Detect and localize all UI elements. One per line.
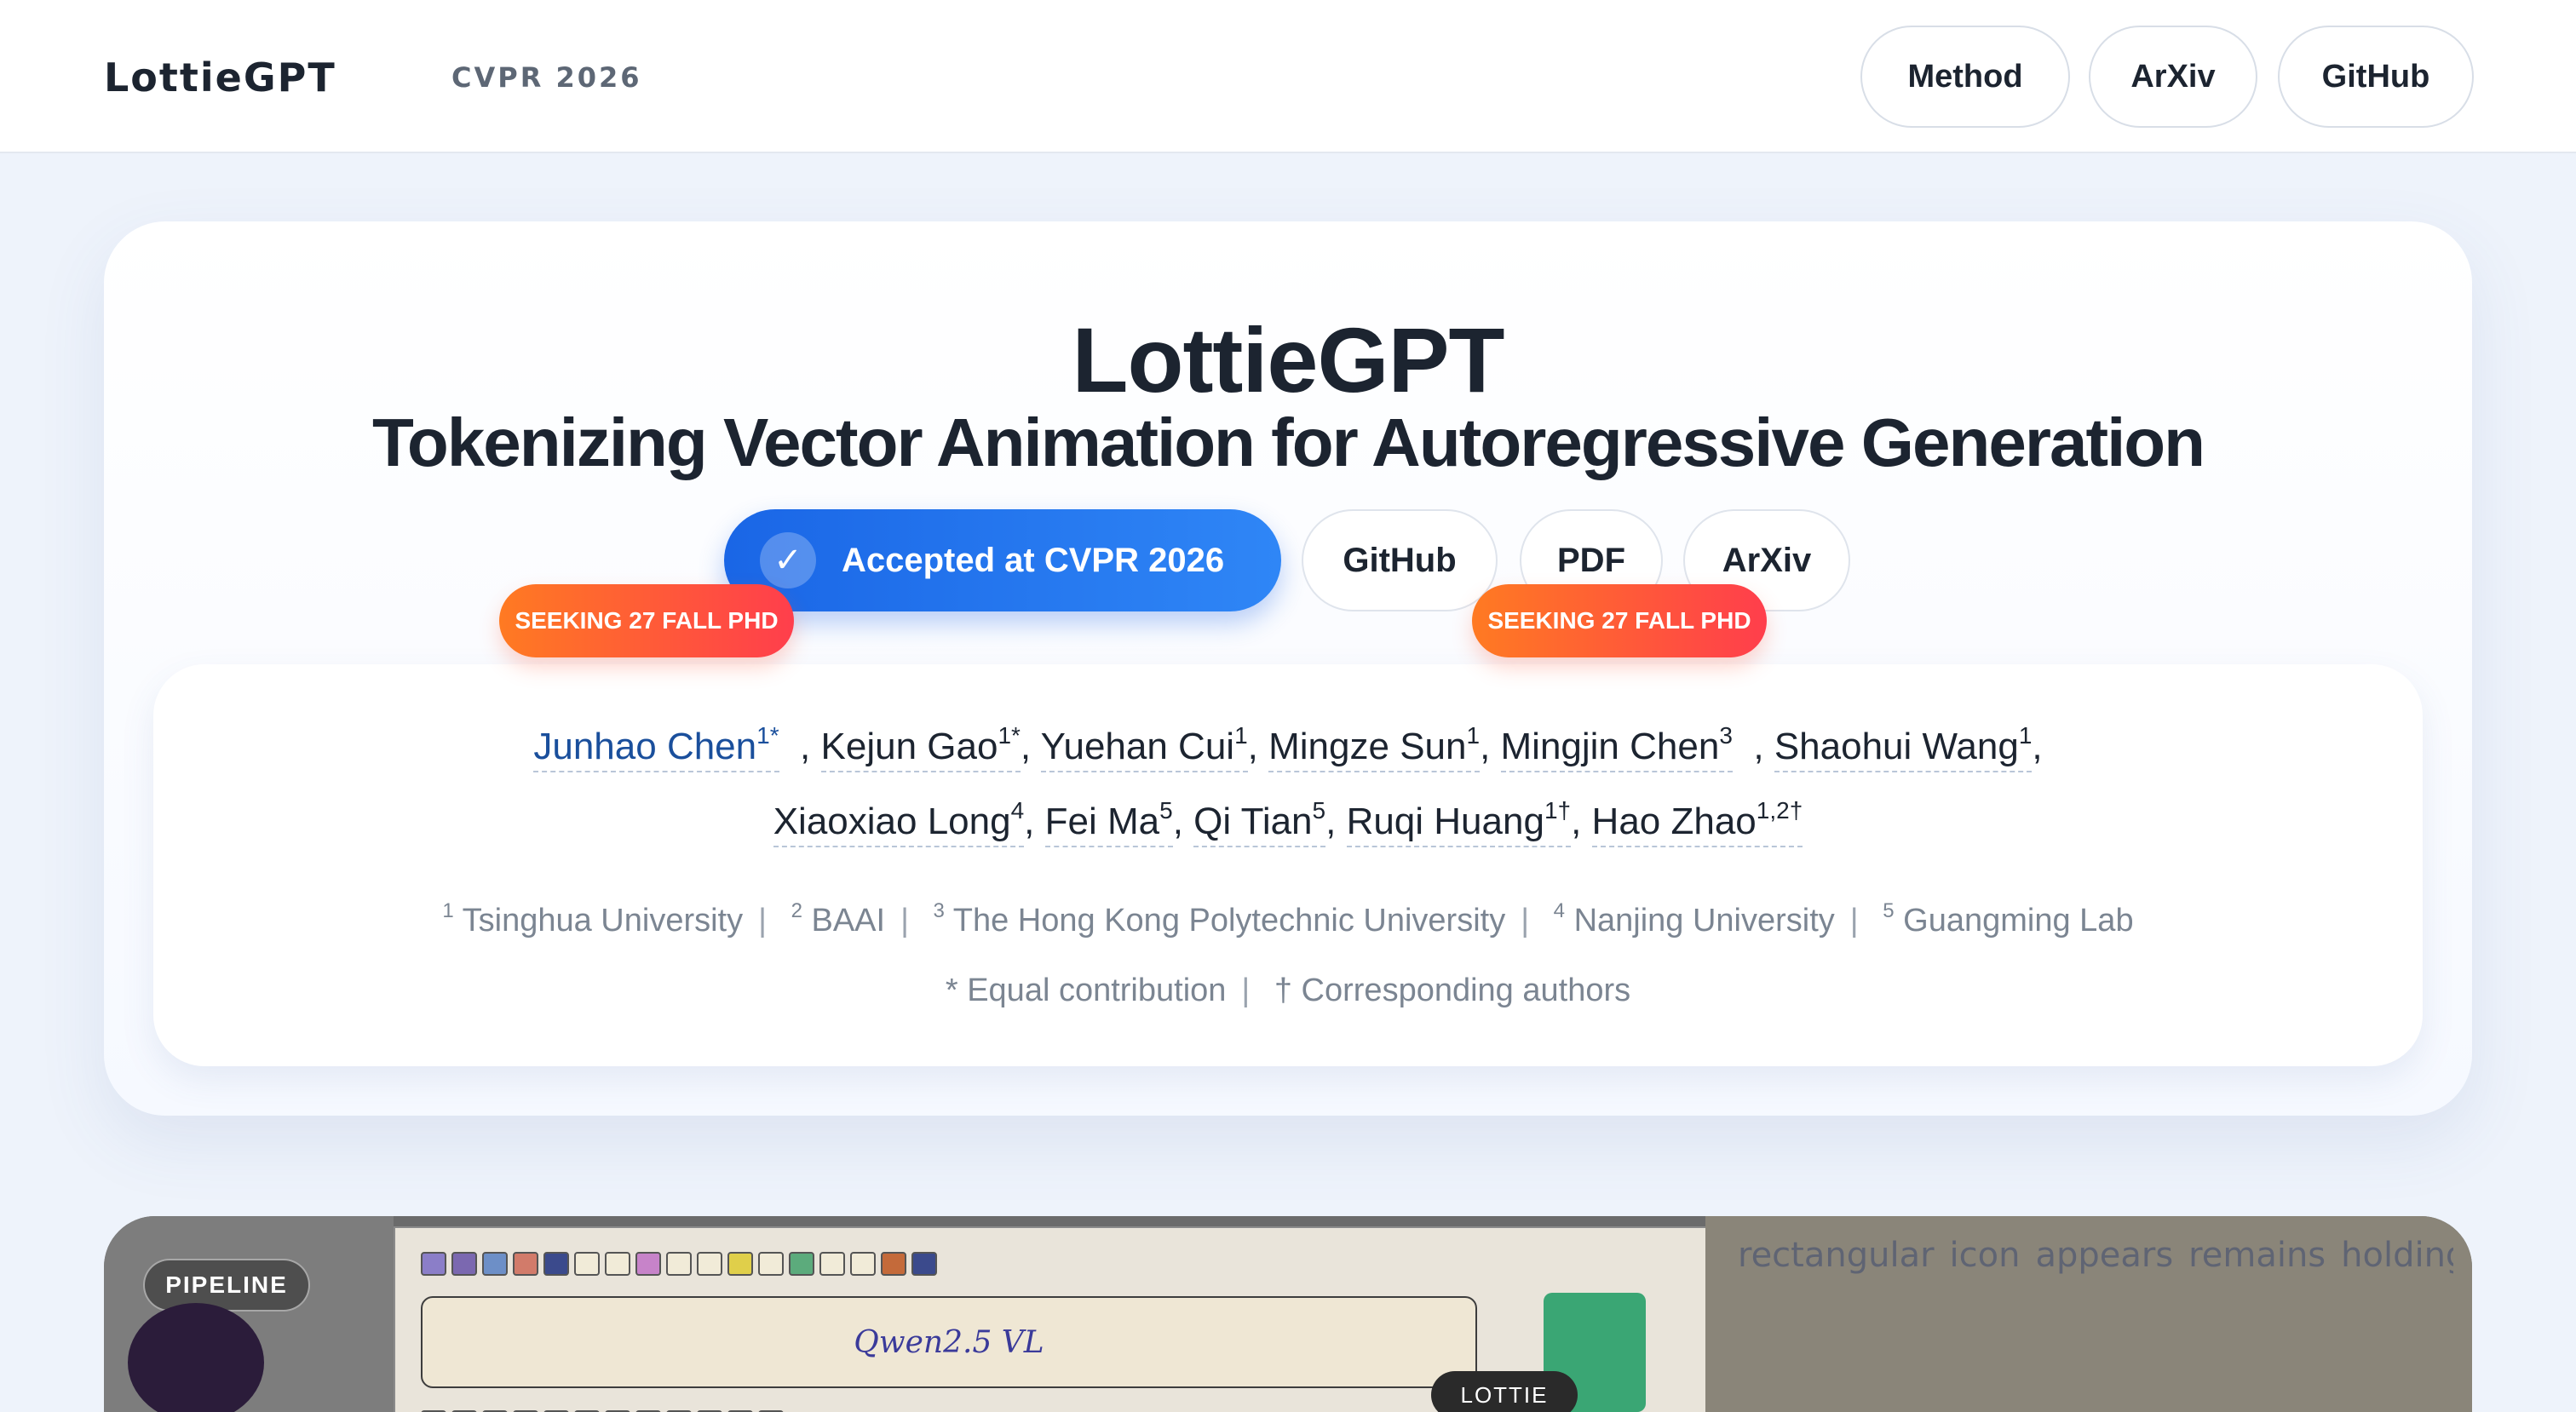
model-box: Qwen2.5 VL [421, 1296, 1477, 1388]
token [451, 1252, 477, 1276]
affiliation: 2 BAAI [791, 899, 886, 939]
token-row [421, 1252, 937, 1276]
token [513, 1252, 538, 1276]
author-link[interactable]: Fei Ma5 [1044, 799, 1173, 847]
token [727, 1252, 753, 1276]
token [758, 1252, 784, 1276]
author-link[interactable]: Shaohui Wang1 [1774, 724, 2033, 772]
contribution-note: * Equal contribution | † Corresponding au… [945, 973, 1631, 1008]
seeking-phd-badge: SEEKING 27 FALL PHD [1472, 584, 1767, 657]
corresponding-note: † Corresponding authors [1274, 973, 1631, 1008]
affiliations-line: 1 Tsinghua University | 2 BAAI | 3 The Hon… [442, 899, 2134, 939]
accepted-label: Accepted at CVPR 2026 [842, 541, 1225, 579]
page-subtitle: Tokenizing Vector Animation for Autoregr… [371, 405, 2205, 480]
author-link[interactable]: Hao Zhao1,2† [1591, 799, 1803, 847]
nav-method-button[interactable]: Method [1860, 26, 2070, 128]
authors-line-2: Xiaoxiao Long4, Fei Ma5, Qi Tian5, Ruqi … [0, 799, 2576, 847]
github-link-button[interactable]: GitHub [1302, 509, 1498, 611]
author-link[interactable]: Junhao Chen1* [533, 724, 779, 772]
token [605, 1252, 630, 1276]
accepted-badge[interactable]: ✓ Accepted at CVPR 2026 [724, 509, 1281, 611]
check-icon: ✓ [760, 532, 816, 588]
token [543, 1252, 569, 1276]
token [819, 1252, 845, 1276]
author-link[interactable]: Xiaoxiao Long4 [773, 799, 1025, 847]
author-link[interactable]: Mingjin Chen3 [1500, 724, 1733, 772]
token [697, 1252, 722, 1276]
affiliation: 1 Tsinghua University [442, 899, 744, 939]
pipeline-tag: PIPELINE [143, 1259, 310, 1312]
token [911, 1252, 937, 1276]
token [421, 1252, 446, 1276]
token [789, 1252, 814, 1276]
author-link[interactable]: Mingze Sun1 [1268, 724, 1481, 772]
author-link[interactable]: Ruqi Huang1† [1346, 799, 1572, 847]
brand-logo[interactable]: LottieGPT [104, 55, 336, 100]
token [881, 1252, 906, 1276]
lottie-tag: LOTTIE [1431, 1371, 1578, 1412]
equal-contribution-note: * Equal contribution [945, 973, 1227, 1008]
top-nav-bar: LottieGPT CVPR 2026 Method ArXiv GitHub [0, 0, 2576, 153]
seeking-phd-badge: SEEKING 27 FALL PHD [499, 584, 794, 657]
token [574, 1252, 600, 1276]
author-link[interactable]: Kejun Gao1* [820, 724, 1021, 772]
character-avatar-icon [128, 1303, 264, 1412]
token [666, 1252, 692, 1276]
author-link[interactable]: Yuehan Cui1 [1040, 724, 1248, 772]
token [635, 1252, 661, 1276]
token [482, 1252, 508, 1276]
authors-line-1: Junhao Chen1* , Kejun Gao1*, Yuehan Cui1… [0, 724, 2576, 772]
page-title: LottieGPT [1072, 308, 1505, 411]
word-cloud: rectangulariconappearsremainsholdingstat… [1738, 1236, 2453, 1275]
affiliation: 4 Nanjing University [1553, 899, 1835, 939]
affiliation: 5 Guangming Lab [1883, 899, 2134, 939]
token [850, 1252, 876, 1276]
author-link[interactable]: Qi Tian5 [1193, 799, 1326, 847]
affiliation: 3 The Hong Kong Polytechnic University [933, 899, 1506, 939]
venue-label: CVPR 2026 [451, 61, 642, 94]
nav-github-button[interactable]: GitHub [2278, 26, 2474, 128]
nav-arxiv-button[interactable]: ArXiv [2089, 26, 2257, 128]
